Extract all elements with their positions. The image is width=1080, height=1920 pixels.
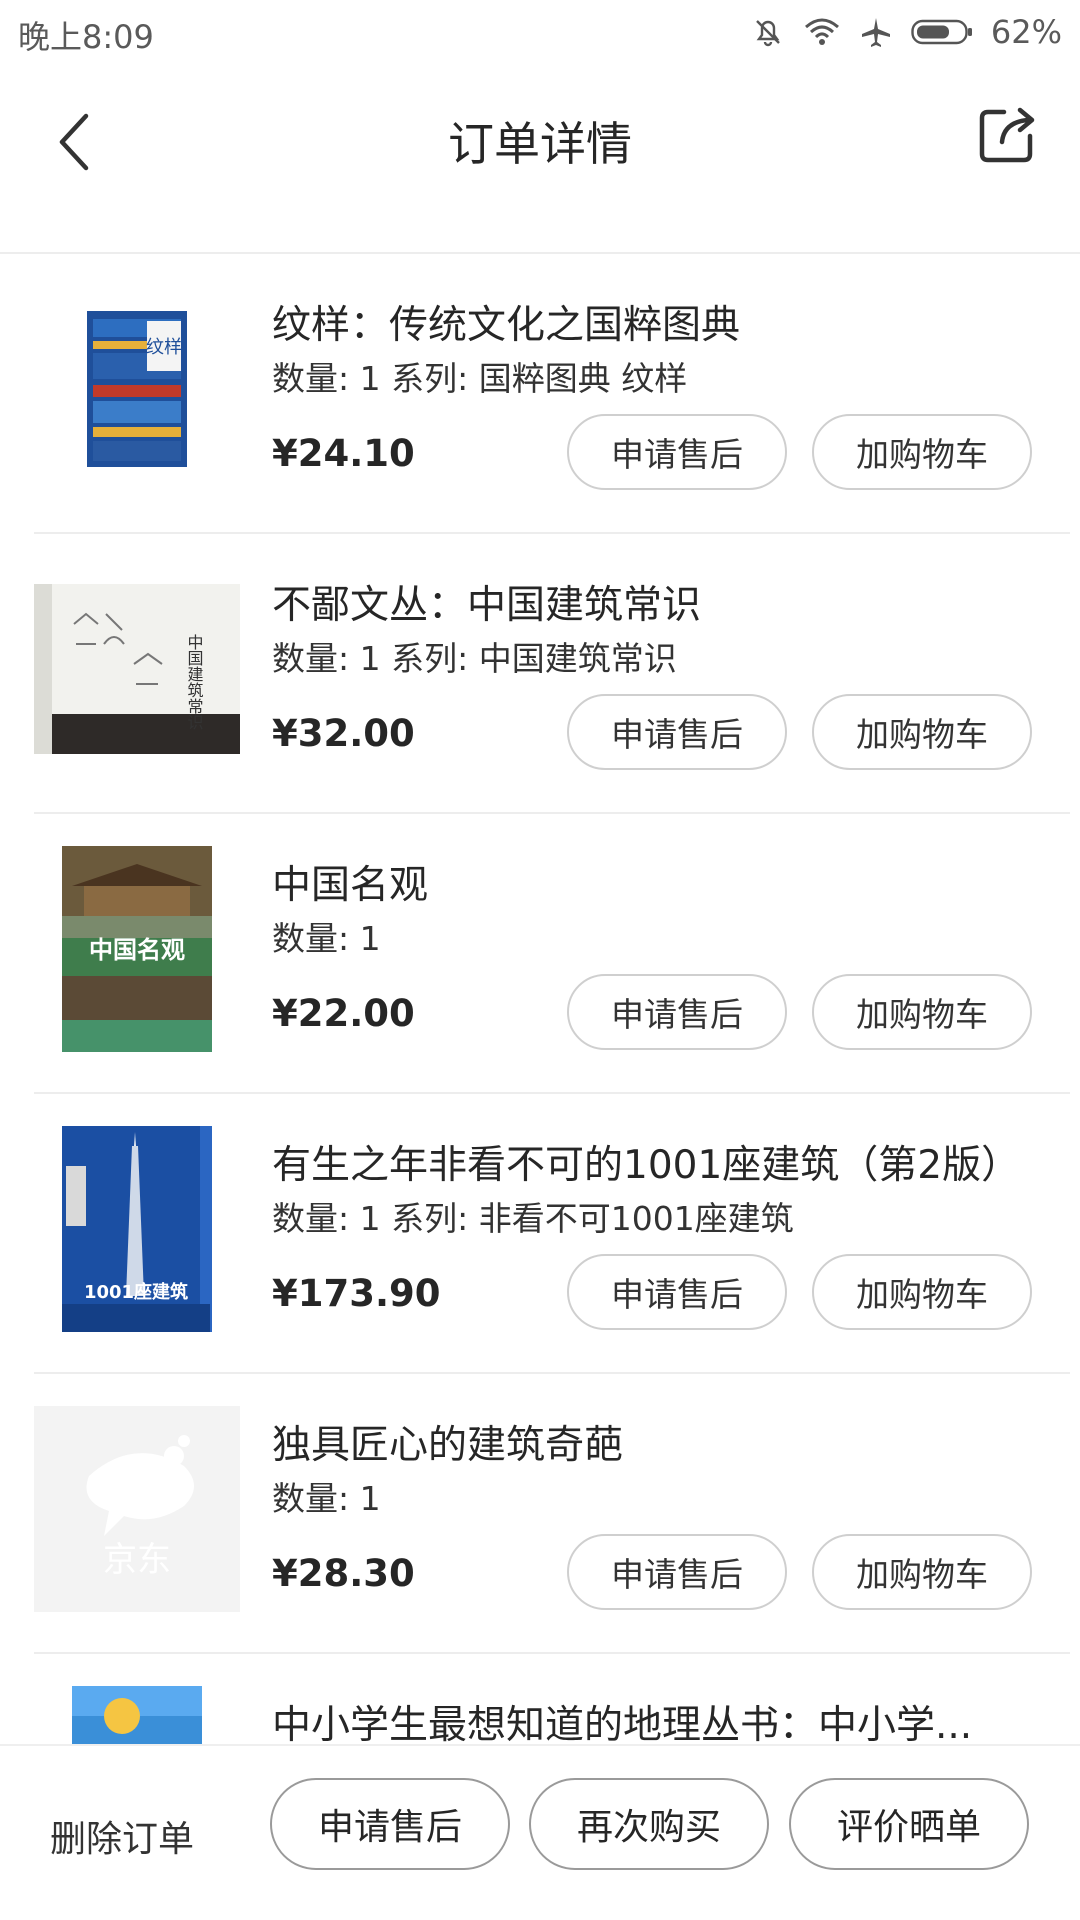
cover-title-text: 中国名观	[89, 935, 185, 964]
product-cover[interactable]: 1001座建筑	[34, 1126, 240, 1332]
share-icon	[979, 107, 1035, 163]
add-to-cart-button[interactable]: 加购物车	[812, 694, 1032, 770]
book-cover-image: 中国建筑常识	[34, 584, 240, 754]
wifi-icon	[803, 17, 841, 47]
order-item[interactable]: 中小学生最想知道的地理丛书：中小学...	[0, 1654, 1080, 1744]
cover-title-text: 1001座建筑	[84, 1281, 188, 1303]
order-item[interactable]: 中国建筑常识 不鄙文丛：中国建筑常识 数量: 1 系列: 中国建筑常识 ¥32.…	[0, 534, 1080, 814]
product-price: ¥22.00	[272, 992, 415, 1035]
apply-after-sale-button[interactable]: 申请售后	[567, 1534, 787, 1610]
product-name[interactable]: 中小学生最想知道的地理丛书：中小学...	[272, 1694, 1042, 1744]
cover-title-text: 中国建筑常识	[185, 634, 204, 730]
product-cover[interactable]: 纹样	[34, 286, 240, 492]
order-action-bar: 删除订单 申请售后 再次购买 评价晒单	[0, 1744, 1080, 1920]
product-cover[interactable]	[34, 1686, 240, 1744]
bell-off-icon	[751, 15, 785, 49]
product-meta: 数量: 1 系列: 非看不可1001座建筑	[272, 1199, 794, 1238]
product-price: ¥173.90	[272, 1272, 441, 1315]
product-price: ¥24.10	[272, 432, 415, 475]
jd-logo-text: 京东	[103, 1540, 171, 1580]
product-meta: 数量: 1 系列: 中国建筑常识	[272, 639, 677, 678]
status-time: 晚上8:09	[18, 18, 154, 56]
add-to-cart-button[interactable]: 加购物车	[812, 974, 1032, 1050]
add-to-cart-button[interactable]: 加购物车	[812, 1534, 1032, 1610]
order-item-list: 纹样 纹样：传统文化之国粹图典 数量: 1 系列: 国粹图典 纹样 ¥24.10…	[0, 254, 1080, 1744]
product-cover[interactable]: 中国建筑常识	[34, 566, 240, 772]
product-name[interactable]: 不鄙文丛：中国建筑常识	[272, 574, 1042, 630]
status-bar: 晚上8:09 62%	[0, 0, 1080, 64]
apply-after-sale-button[interactable]: 申请售后	[270, 1778, 510, 1870]
product-name[interactable]: 中国名观	[272, 854, 1042, 910]
apply-after-sale-button[interactable]: 申请售后	[567, 694, 787, 770]
product-name[interactable]: 纹样：传统文化之国粹图典	[272, 294, 1042, 350]
product-price: ¥32.00	[272, 712, 415, 755]
placeholder-image: 京东	[34, 1406, 240, 1612]
order-item[interactable]: 纹样 纹样：传统文化之国粹图典 数量: 1 系列: 国粹图典 纹样 ¥24.10…	[0, 254, 1080, 534]
share-button[interactable]	[974, 100, 1042, 168]
product-meta: 数量: 1	[272, 919, 381, 958]
product-price: ¥28.30	[272, 1552, 415, 1595]
book-cover-image: 纹样	[87, 311, 187, 467]
review-button[interactable]: 评价晒单	[789, 1778, 1029, 1870]
product-meta: 数量: 1	[272, 1479, 381, 1518]
product-name[interactable]: 独具匠心的建筑奇葩	[272, 1414, 1042, 1470]
apply-after-sale-button[interactable]: 申请售后	[567, 414, 787, 490]
apply-after-sale-button[interactable]: 申请售后	[567, 974, 787, 1050]
product-meta: 数量: 1 系列: 国粹图典 纹样	[272, 359, 688, 398]
order-item[interactable]: 中国名观 中国名观 数量: 1 ¥22.00 申请售后 加购物车	[0, 814, 1080, 1094]
product-name[interactable]: 有生之年非看不可的1001座建筑（第2版）	[272, 1134, 1042, 1190]
book-cover-image: 1001座建筑	[62, 1126, 212, 1332]
page-title: 订单详情	[448, 117, 632, 171]
delete-order-button[interactable]: 删除订单	[50, 1810, 194, 1862]
apply-after-sale-button[interactable]: 申请售后	[567, 1254, 787, 1330]
order-item[interactable]: 1001座建筑 有生之年非看不可的1001座建筑（第2版） 数量: 1 系列: …	[0, 1094, 1080, 1374]
product-cover[interactable]: 京东	[34, 1406, 240, 1612]
cover-title-text: 纹样	[146, 337, 182, 358]
page-header: 订单详情	[0, 64, 1080, 254]
product-cover[interactable]: 中国名观	[34, 846, 240, 1052]
add-to-cart-button[interactable]: 加购物车	[812, 414, 1032, 490]
order-item[interactable]: 京东 独具匠心的建筑奇葩 数量: 1 ¥28.30 申请售后 加购物车	[0, 1374, 1080, 1654]
battery-icon	[911, 18, 973, 46]
airplane-icon	[859, 15, 893, 49]
buy-again-button[interactable]: 再次购买	[529, 1778, 769, 1870]
add-to-cart-button[interactable]: 加购物车	[812, 1254, 1032, 1330]
book-cover-image	[72, 1686, 202, 1744]
battery-percent: 62%	[990, 13, 1062, 51]
status-icons: 62%	[751, 10, 1062, 54]
book-cover-image: 中国名观	[62, 846, 212, 1052]
